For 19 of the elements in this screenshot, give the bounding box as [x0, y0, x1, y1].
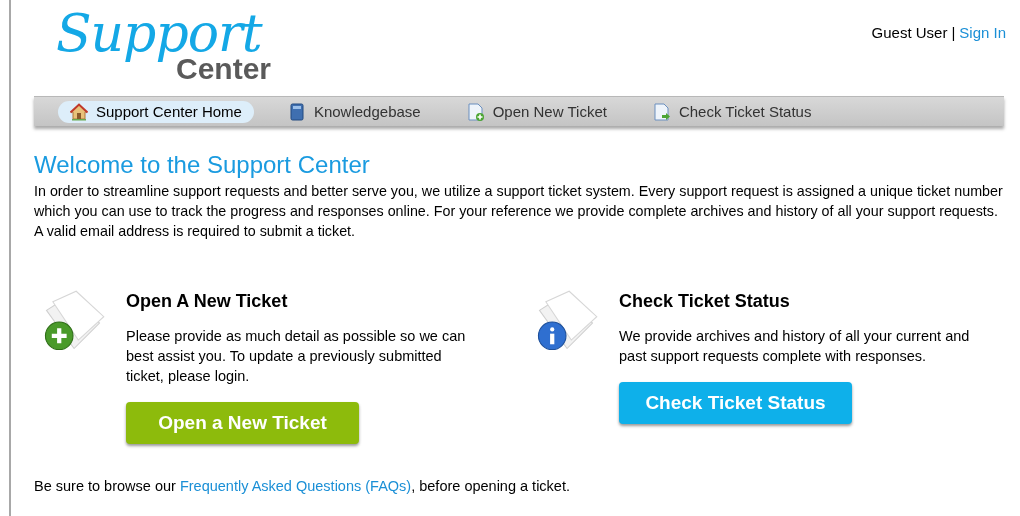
card-title: Check Ticket Status [619, 291, 791, 312]
card-description: We provide archives and history of all your current and past support requests complete with responses. [619, 327, 971, 366]
user-name: Guest User [871, 24, 948, 41]
document-arrow-icon [652, 102, 671, 121]
sign-in-link[interactable]: Sign In [959, 24, 1006, 41]
nav-tab[interactable]: Open New Ticket [454, 100, 619, 123]
house-icon [70, 102, 88, 121]
faq-link[interactable]: Frequently Asked Questions (FAQs) [179, 478, 412, 494]
separator: | [951, 24, 956, 41]
document-plus-icon [466, 102, 485, 121]
nav-tab[interactable]: Support Center Home [58, 100, 254, 123]
page-heading: Welcome to the Support Center [34, 151, 371, 179]
nav-tab[interactable]: Knowledgebase [275, 100, 433, 123]
card-description: Please provide as much detail as possible so we can best assist you. To update a previously submitted ticket, please login. [126, 327, 467, 386]
footer-text: Be sure to browse our Frequently Asked Questions (FAQs), before opening a ticket. [34, 478, 571, 494]
nav-tab[interactable]: Check Ticket Status [640, 100, 824, 123]
intro-paragraph: In order to streamline support requests and better serve you, we utilize a support ticket system. Every support request is assigned a unique ticket number which you can use to track the progress and responses online. For your reference we provide complete archives and history of all your support requests. A valid email address is required to submit a ticket. [34, 182, 1004, 241]
book-icon [287, 102, 306, 121]
card-title: Open A New Ticket [126, 291, 289, 312]
